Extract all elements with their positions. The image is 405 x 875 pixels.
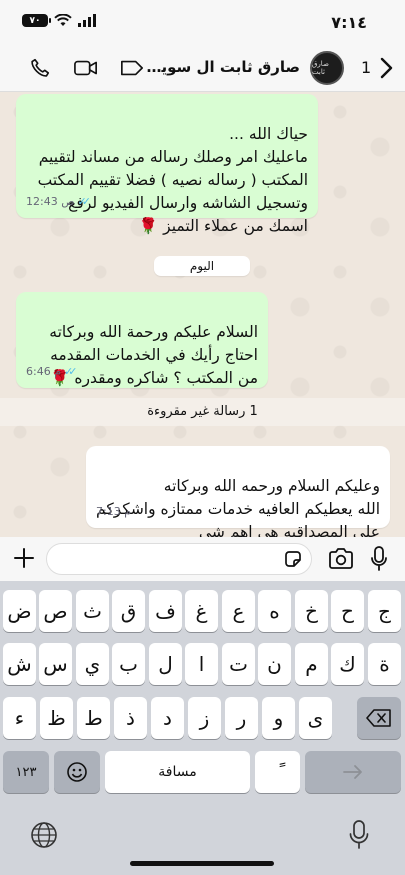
clock: ٧:١٤ [331, 13, 367, 32]
key[interactable]: ق [112, 590, 145, 632]
key[interactable]: و [262, 697, 295, 739]
sticker-icon[interactable] [283, 549, 303, 569]
key[interactable]: ع [222, 590, 255, 632]
key[interactable]: ي [76, 643, 109, 685]
numbers-key[interactable]: ١٢٣ [3, 751, 49, 793]
key[interactable]: م [295, 643, 328, 685]
avatar[interactable]: صارق ثابت [310, 51, 344, 85]
message-text: وعليكم السلام ورحمه الله وبركاته الله يع… [96, 477, 380, 537]
emoji-key[interactable] [54, 751, 100, 793]
return-key[interactable] [305, 751, 401, 793]
read-ticks-icon: ✓✓ [64, 365, 78, 378]
message-time: 7:13 م [96, 505, 132, 518]
header-actions [28, 56, 144, 80]
key[interactable]: ص [39, 590, 72, 632]
dictation-mic-icon[interactable] [349, 820, 369, 850]
key[interactable]: ض [3, 590, 36, 632]
label-icon[interactable] [120, 56, 144, 80]
key[interactable]: ا [185, 643, 218, 685]
keyboard: ض ص ث ق ف غ ع ه خ ح ج ش س ي ب ل ا ت ن م … [0, 581, 405, 875]
message-meta: 7:13 م [96, 500, 131, 523]
key[interactable]: ث [76, 590, 109, 632]
key[interactable]: ز [188, 697, 221, 739]
space-key[interactable]: مسافة [105, 751, 250, 793]
tanween-key[interactable]: ً [255, 751, 300, 793]
avatar-text: صارق ثابت [312, 60, 329, 76]
home-indicator [130, 861, 274, 866]
phone-icon[interactable] [28, 56, 52, 80]
key[interactable]: ج [368, 590, 401, 632]
key[interactable]: خ [295, 590, 328, 632]
mic-icon[interactable] [370, 546, 388, 572]
return-icon [343, 765, 362, 779]
key[interactable]: ت [222, 643, 255, 685]
key[interactable]: ح [331, 590, 364, 632]
key[interactable]: ى [299, 697, 332, 739]
key[interactable]: ل [149, 643, 182, 685]
message-bubble[interactable]: حياك الله ... ماعليك امر وصلك رساله من م… [16, 94, 318, 235]
unread-count[interactable]: 1 [361, 58, 371, 77]
read-ticks-icon: ✓✓ [77, 195, 92, 208]
message-bubble[interactable]: وعليكم السلام ورحمه الله وبركاته الله يع… [86, 446, 390, 537]
unread-banner: 1 رسالة غير مقروءة [0, 398, 405, 426]
key[interactable]: ه [258, 590, 291, 632]
chat-header: صارق ثابت ال سويد-بيشه صارق ثابت 1 [0, 44, 405, 92]
battery-icon: ٧٠ [22, 14, 51, 27]
backspace-icon [366, 709, 391, 727]
message-meta: 6:46 م ✓✓ [26, 360, 78, 383]
message-bubble[interactable]: السلام عليكم ورحمة الله وبركاته احتاج رأ… [16, 292, 268, 388]
key[interactable]: ء [3, 697, 36, 739]
status-icons: ٧٠ [22, 14, 96, 27]
camera-icon[interactable] [328, 547, 354, 571]
input-bar [0, 537, 405, 581]
backspace-key[interactable] [357, 697, 401, 739]
key[interactable]: ش [3, 643, 36, 685]
message-meta: 12:43 ص ✓✓ [26, 190, 92, 213]
key[interactable]: س [39, 643, 72, 685]
message-input[interactable] [46, 543, 312, 575]
signal-icon [78, 14, 96, 27]
battery-level: ٧٠ [29, 15, 41, 26]
date-chip: اليوم [154, 256, 250, 276]
key[interactable]: ة [368, 643, 401, 685]
contact-name[interactable]: صارق ثابت ال سويد-بيشه [146, 58, 300, 76]
plus-icon[interactable] [12, 546, 36, 570]
key[interactable]: ظ [40, 697, 73, 739]
chat-area[interactable]: حياك الله ... ماعليك امر وصلك رساله من م… [0, 92, 405, 537]
video-icon[interactable] [74, 56, 98, 80]
key[interactable]: ف [149, 590, 182, 632]
message-text: السلام عليكم ورحمة الله وبركاته احتاج رأ… [49, 323, 258, 387]
status-bar: ٧٠ ٧:١٤ [0, 0, 405, 44]
key[interactable]: ك [331, 643, 364, 685]
back-chevron-icon[interactable] [378, 56, 394, 80]
key[interactable]: د [151, 697, 184, 739]
message-time: 12:43 ص [26, 195, 75, 208]
key[interactable]: ب [112, 643, 145, 685]
globe-icon[interactable] [30, 821, 58, 849]
message-text: حياك الله ... ماعليك امر وصلك رساله من م… [37, 125, 308, 235]
message-time: 6:46 م [26, 365, 62, 378]
emoji-icon [67, 762, 87, 782]
key[interactable]: ر [225, 697, 258, 739]
wifi-icon [54, 14, 72, 26]
key[interactable]: غ [185, 590, 218, 632]
key[interactable]: ذ [114, 697, 147, 739]
key[interactable]: ط [77, 697, 110, 739]
key[interactable]: ن [258, 643, 291, 685]
